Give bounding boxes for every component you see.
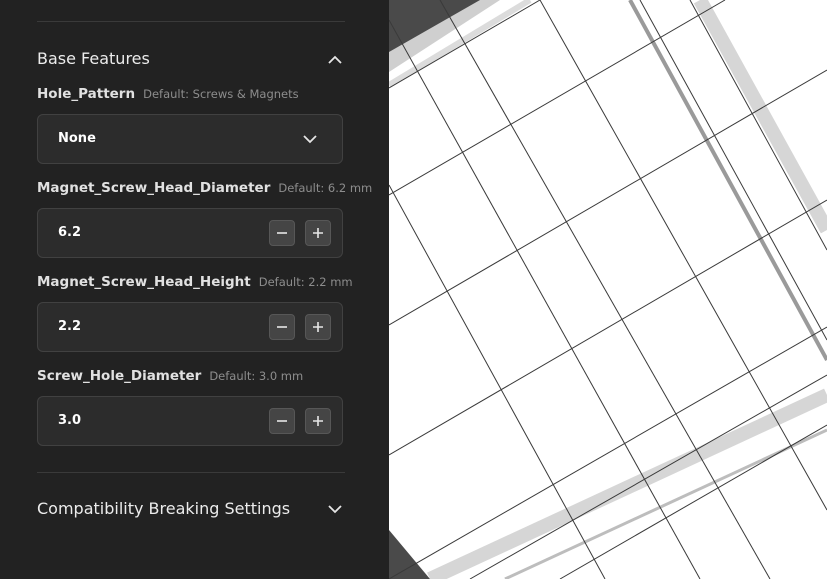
chevron-down-icon[interactable] xyxy=(325,499,345,519)
plus-icon xyxy=(313,228,323,238)
head-diameter-field[interactable]: 6.2 xyxy=(37,208,343,258)
settings-panel: Base Features Hole_Pattern Default: Screw… xyxy=(0,0,389,579)
minus-icon xyxy=(277,420,287,422)
head-height-field[interactable]: 2.2 xyxy=(37,302,343,352)
hole-diameter-field[interactable]: 3.0 xyxy=(37,396,343,446)
head-diameter-name: Magnet_Screw_Head_Diameter xyxy=(37,180,271,196)
head-diameter-decrement-button[interactable] xyxy=(269,220,295,246)
head-diameter-default: Default: 6.2 mm xyxy=(278,181,373,195)
head-height-name: Magnet_Screw_Head_Height xyxy=(37,274,251,290)
hole-pattern-value: None xyxy=(58,131,96,146)
minus-icon xyxy=(277,326,287,328)
hole-pattern-default: Default: Screws & Magnets xyxy=(143,87,299,101)
hole-diameter-name: Screw_Hole_Diameter xyxy=(37,368,202,384)
minus-icon xyxy=(277,232,287,234)
hole-diameter-label: Screw_Hole_Diameter Default: 3.0 mm xyxy=(37,368,303,384)
hole-pattern-name: Hole_Pattern xyxy=(37,86,136,102)
hole-pattern-select[interactable]: None xyxy=(37,114,343,164)
section-title-base-features[interactable]: Base Features xyxy=(37,49,150,68)
hole-diameter-value[interactable]: 3.0 xyxy=(58,397,81,445)
hole-diameter-increment-button[interactable] xyxy=(305,408,331,434)
section-title-compatibility[interactable]: Compatibility Breaking Settings xyxy=(37,499,290,518)
head-diameter-increment-button[interactable] xyxy=(305,220,331,246)
head-height-increment-button[interactable] xyxy=(305,314,331,340)
plus-icon xyxy=(313,416,323,426)
hole-diameter-default: Default: 3.0 mm xyxy=(209,369,304,383)
head-diameter-label: Magnet_Screw_Head_Diameter Default: 6.2 m… xyxy=(37,180,372,196)
head-height-value[interactable]: 2.2 xyxy=(58,303,81,351)
chevron-up-icon[interactable] xyxy=(325,49,345,69)
hole-pattern-label: Hole_Pattern Default: Screws & Magnets xyxy=(37,86,299,102)
head-height-default: Default: 2.2 mm xyxy=(258,275,353,289)
head-height-label: Magnet_Screw_Head_Height Default: 2.2 mm xyxy=(37,274,353,290)
top-divider xyxy=(37,21,345,22)
hole-diameter-decrement-button[interactable] xyxy=(269,408,295,434)
3d-viewport[interactable] xyxy=(389,0,827,579)
plus-icon xyxy=(313,322,323,332)
head-height-decrement-button[interactable] xyxy=(269,314,295,340)
chevron-down-icon xyxy=(300,129,320,149)
section-divider xyxy=(37,472,345,473)
grid-model-render xyxy=(389,0,827,579)
head-diameter-value[interactable]: 6.2 xyxy=(58,209,81,257)
